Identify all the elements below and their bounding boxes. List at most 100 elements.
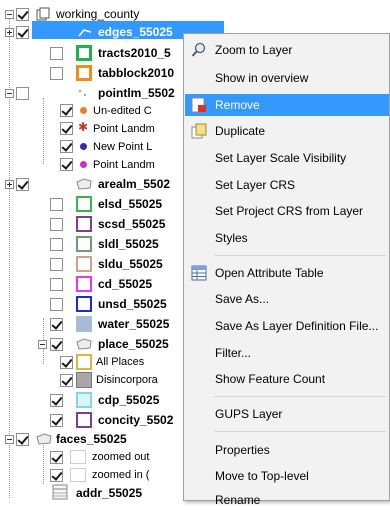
layer-label: cd_55025 — [98, 277, 153, 291]
visibility-checkbox[interactable] — [50, 414, 63, 427]
polygon-symbol — [76, 236, 92, 252]
menu-item-label: Show in overview — [215, 71, 309, 85]
point-symbol — [80, 143, 87, 150]
table-layer-icon — [52, 484, 68, 500]
visibility-checkbox[interactable] — [50, 298, 63, 311]
menu-item-label: Set Layer CRS — [215, 178, 296, 192]
visibility-checkbox[interactable] — [16, 26, 29, 39]
category-checkbox[interactable] — [50, 469, 63, 482]
remove-icon — [191, 97, 206, 113]
category-checkbox[interactable] — [60, 158, 73, 171]
layer-label: faces_55025 — [56, 432, 127, 446]
menu-item-label: GUPS Layer — [215, 407, 283, 421]
collapse-toggle[interactable] — [5, 89, 14, 98]
polygon-symbol — [76, 412, 92, 428]
duplicate-icon — [191, 123, 207, 139]
layer-label: arealm_5502 — [98, 177, 171, 191]
menu-item-zoom-to-layer[interactable]: Zoom to Layer — [185, 39, 389, 61]
visibility-checkbox[interactable] — [50, 198, 63, 211]
menu-item-properties[interactable]: Properties — [185, 439, 389, 461]
menu-item-set-project-crs[interactable]: Set Project CRS from Layer — [185, 200, 389, 222]
visibility-checkbox[interactable] — [50, 258, 63, 271]
menu-item-rename[interactable]: Rename — [185, 489, 389, 511]
category-checkbox[interactable] — [60, 140, 73, 153]
layer-label: scsd_55025 — [98, 217, 166, 231]
visibility-checkbox[interactable] — [50, 238, 63, 251]
menu-item-label: Set Layer Scale Visibility — [215, 151, 347, 165]
menu-item-label: Save As... — [215, 292, 270, 306]
menu-item-label: Set Project CRS from Layer — [215, 204, 364, 218]
collapse-toggle[interactable] — [38, 340, 47, 349]
visibility-checkbox[interactable] — [50, 338, 63, 351]
polygon-symbol — [70, 468, 86, 482]
visibility-checkbox[interactable] — [50, 218, 63, 231]
category-checkbox[interactable] — [60, 122, 73, 135]
polygon-symbol — [76, 196, 92, 212]
polygon-symbol — [76, 392, 92, 408]
menu-item-remove[interactable]: Remove — [185, 94, 389, 116]
menu-item-save-as[interactable]: Save As... — [185, 288, 389, 310]
polygon-symbol — [76, 296, 92, 312]
layer-label: tracts2010_5 — [98, 46, 171, 60]
collapse-toggle[interactable] — [5, 10, 14, 19]
category-label: Point Landm — [93, 123, 155, 135]
expand-toggle[interactable] — [5, 28, 14, 37]
menu-item-label: Zoom to Layer — [215, 43, 293, 57]
category-checkbox[interactable] — [60, 104, 73, 117]
polygon-symbol — [76, 372, 92, 388]
point-layer-icon — [78, 89, 87, 97]
menu-item-set-layer-crs[interactable]: Set Layer CRS — [185, 174, 389, 196]
layer-label: elsd_55025 — [98, 197, 163, 211]
menu-item-duplicate[interactable]: Duplicate — [185, 120, 389, 142]
category-checkbox[interactable] — [60, 356, 73, 369]
layer-label: edges_55025 — [98, 25, 173, 39]
category-checkbox[interactable] — [60, 374, 73, 387]
layer-label: water_55025 — [98, 317, 170, 331]
menu-item-move-to-top-level[interactable]: Move to Top-level — [185, 465, 389, 487]
visibility-checkbox[interactable] — [50, 394, 63, 407]
menu-item-label: Properties — [215, 443, 270, 457]
menu-item-gups-layer[interactable]: GUPS Layer — [185, 403, 389, 425]
polygon-symbol — [76, 216, 92, 232]
menu-item-filter[interactable]: Filter... — [185, 342, 389, 364]
visibility-checkbox[interactable] — [50, 67, 63, 80]
group-folder-icon — [36, 7, 50, 21]
menu-item-set-layer-scale-visibility[interactable]: Set Layer Scale Visibility — [185, 147, 389, 169]
menu-separator — [214, 255, 386, 256]
menu-item-label: Show Feature Count — [215, 372, 326, 386]
visibility-checkbox[interactable] — [16, 178, 29, 191]
menu-item-open-attribute-table[interactable]: Open Attribute Table — [185, 262, 389, 284]
category-label: zoomed in ( — [92, 469, 150, 481]
expand-toggle[interactable] — [5, 180, 14, 189]
menu-item-show-in-overview[interactable]: Show in overview — [185, 67, 389, 89]
visibility-checkbox[interactable] — [16, 8, 29, 21]
visibility-checkbox[interactable] — [16, 433, 29, 446]
point-symbol — [80, 161, 87, 168]
visibility-checkbox[interactable] — [50, 318, 63, 331]
zoom-icon — [191, 42, 206, 57]
layer-context-menu: Zoom to Layer Show in overview Remove Du… — [183, 33, 390, 507]
menu-item-save-as-layer-definition[interactable]: Save As Layer Definition File... — [185, 315, 389, 337]
layer-label: sldl_55025 — [98, 237, 159, 251]
layer-label: unsd_55025 — [98, 297, 167, 311]
category-checkbox[interactable] — [50, 451, 63, 464]
menu-item-label: Rename — [215, 493, 261, 507]
layer-label: addr_55025 — [76, 486, 143, 500]
category-label: Disincorpora — [96, 374, 158, 386]
polygon-symbol — [76, 354, 92, 370]
visibility-checkbox[interactable] — [16, 87, 29, 100]
table-icon — [191, 265, 207, 281]
visibility-checkbox[interactable] — [50, 278, 63, 291]
layer-label: place_55025 — [98, 337, 169, 351]
menu-item-label: Remove — [215, 98, 260, 112]
menu-item-show-feature-count[interactable]: Show Feature Count — [185, 368, 389, 390]
menu-separator — [214, 431, 386, 432]
line-layer-icon — [78, 29, 92, 37]
category-label: zoomed out — [92, 451, 150, 463]
layer-label: working_county — [56, 7, 140, 21]
collapse-toggle[interactable] — [5, 435, 14, 444]
menu-item-label: Save As Layer Definition File... — [215, 319, 379, 333]
menu-item-styles[interactable]: Styles — [185, 227, 389, 249]
layer-group-working-county[interactable]: working_county — [0, 5, 390, 25]
visibility-checkbox[interactable] — [50, 47, 63, 60]
